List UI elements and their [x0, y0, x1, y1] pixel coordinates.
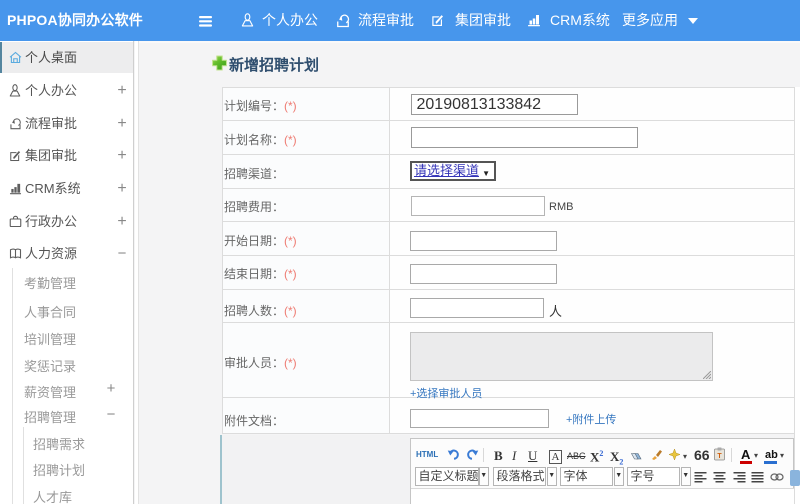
- svg-text:T: T: [717, 453, 722, 460]
